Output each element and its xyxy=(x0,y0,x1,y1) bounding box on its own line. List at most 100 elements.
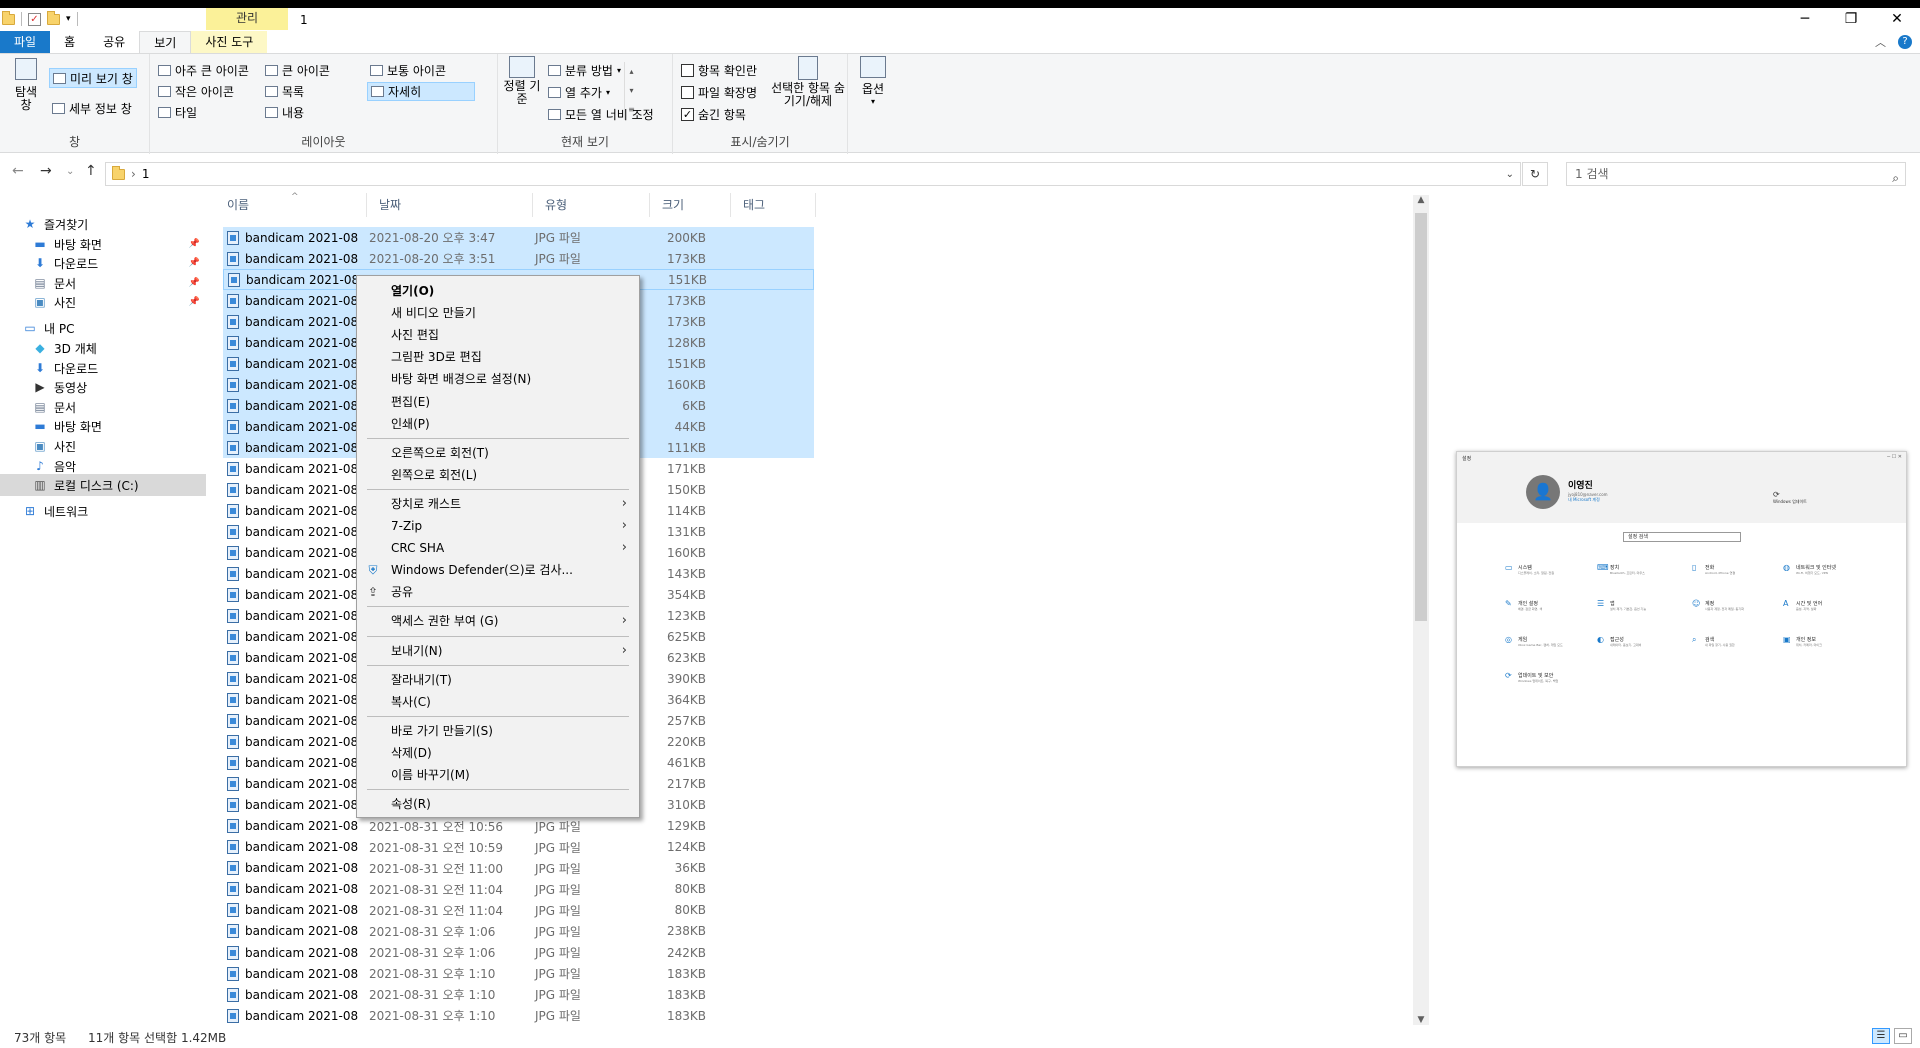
options-button[interactable]: 옵션 ▾ xyxy=(856,56,890,106)
details-pane-button[interactable]: 세부 정보 창 xyxy=(52,100,132,117)
table-row[interactable]: bandicam 2021-08... 2021-08-31 오전 11:04 JP… xyxy=(223,879,814,900)
scroll-thumb[interactable] xyxy=(1415,213,1427,621)
properties-icon[interactable]: ✓ xyxy=(28,12,41,26)
context-menu-item[interactable]: 장치로 캐스트 › xyxy=(357,493,639,515)
context-menu-item[interactable]: 사진 편집 xyxy=(357,324,639,346)
group-by-button[interactable]: 분류 방법 ▾ xyxy=(548,62,621,79)
preview-pane-button[interactable]: 미리 보기 창 xyxy=(49,68,137,88)
nav-item[interactable]: ▭ 내 PC xyxy=(0,317,206,339)
nav-item[interactable]: ★ 즐겨찾기 xyxy=(0,213,206,235)
new-folder-icon[interactable] xyxy=(47,10,60,25)
context-menu-item[interactable]: 그림판 3D로 편집 xyxy=(357,346,639,368)
scroll-up-icon[interactable]: ▲ xyxy=(1413,195,1429,205)
back-arrow-icon[interactable]: ← xyxy=(12,163,24,179)
tab-view[interactable]: 보기 xyxy=(139,31,192,53)
table-row[interactable]: bandicam 2021-08... 2021-08-31 오후 1:06 JPG… xyxy=(223,942,814,963)
size-all-columns-button[interactable]: 모든 열 너비 조정 xyxy=(548,106,654,123)
item-check-boxes-toggle[interactable]: 항목 확인란 xyxy=(681,62,757,79)
tab-home[interactable]: 홈 xyxy=(50,31,89,53)
file-list-scrollbar[interactable]: ▲ ▼ xyxy=(1413,195,1429,1025)
table-row[interactable]: bandicam 2021-08... 2021-08-31 오전 11:04 JP… xyxy=(223,900,814,921)
navigation-pane-button[interactable]: 탐색 창 xyxy=(10,58,42,112)
hidden-items-toggle[interactable]: ✓ 숨긴 항목 xyxy=(681,106,746,123)
context-menu-item[interactable]: 바탕 화면 배경으로 설정(N) xyxy=(357,368,639,390)
search-input[interactable]: 1 검색 ⌕ xyxy=(1566,162,1906,186)
tab-picture-tools[interactable]: 사진 도구 xyxy=(191,31,268,53)
nav-item[interactable]: ⊞ 네트워크 xyxy=(0,500,206,522)
context-menu-item[interactable]: 열기(O) xyxy=(357,280,639,302)
context-menu-item[interactable]: 이름 바꾸기(M) xyxy=(357,764,639,786)
column-header-size[interactable]: 크기 xyxy=(650,193,731,217)
nav-item[interactable]: ▶ 동영상 xyxy=(0,376,206,398)
checkbox-unchecked[interactable] xyxy=(681,86,694,99)
context-menu-item[interactable]: 복사(C) xyxy=(357,691,639,713)
context-menu-item[interactable]: 보내기(N) › xyxy=(357,640,639,662)
table-row[interactable]: bandicam 2021-08... 2021-08-31 오후 1:10 JPG… xyxy=(223,984,814,1005)
maximize-button[interactable]: ❐ xyxy=(1828,8,1874,30)
column-header-type[interactable]: 유형 xyxy=(533,193,650,217)
context-menu-item[interactable]: 바로 가기 만들기(S) xyxy=(357,720,639,742)
context-menu-item[interactable]: 새 비디오 만들기 xyxy=(357,302,639,324)
recent-locations-icon[interactable]: ⌄ xyxy=(66,166,74,177)
details-view-icon[interactable]: ☰ xyxy=(1872,1028,1890,1044)
breadcrumb-current[interactable]: 1 xyxy=(142,167,150,181)
tab-file[interactable]: 파일 xyxy=(0,31,51,53)
table-row[interactable]: bandicam 2021-08... 2021-08-31 오전 11:00 JP… xyxy=(223,858,814,879)
address-dropdown-icon[interactable]: ⌄ xyxy=(1506,169,1514,180)
collapse-ribbon-icon[interactable]: ︿ xyxy=(1875,34,1886,50)
forward-arrow-icon[interactable]: → xyxy=(40,163,52,179)
table-row[interactable]: bandicam 2021-08... 2021-08-31 오후 1:10 JPG… xyxy=(223,963,814,984)
file-extensions-toggle[interactable]: 파일 확장명 xyxy=(681,84,757,101)
tab-share[interactable]: 공유 xyxy=(89,31,139,53)
up-arrow-icon[interactable]: ↑ xyxy=(85,163,97,179)
small-icons-option[interactable]: 작은 아이콘 xyxy=(158,83,234,100)
column-header-date[interactable]: 날짜 xyxy=(367,193,533,217)
help-icon[interactable]: ? xyxy=(1898,35,1912,49)
context-menu-item[interactable]: 속성(R) xyxy=(357,793,639,815)
sort-by-button[interactable]: 정렬 기준 xyxy=(504,56,540,106)
context-menu-item[interactable]: ⇪ 공유 xyxy=(357,581,639,603)
hide-selected-button[interactable]: 선택한 항목 숨기기/해제 xyxy=(771,56,845,108)
minimize-button[interactable]: ─ xyxy=(1782,8,1828,30)
add-columns-button[interactable]: 열 추가 ▾ xyxy=(548,84,610,101)
scroll-down-icon[interactable]: ▼ xyxy=(1413,1015,1429,1025)
nav-item[interactable]: ▥ 로컬 디스크 (C:) xyxy=(0,474,206,496)
column-header-tags[interactable]: 태그 xyxy=(731,193,816,217)
customize-qat-icon[interactable]: ▾ xyxy=(66,14,71,24)
checkbox-checked[interactable]: ✓ xyxy=(681,108,694,121)
nav-item[interactable]: ▬ 바탕 화면 xyxy=(0,415,206,437)
table-row[interactable]: bandicam 2021-08... 2021-08-31 오후 1:10 JPG… xyxy=(223,1005,814,1026)
checkbox-unchecked[interactable] xyxy=(681,64,694,77)
context-menu-item[interactable]: 왼쪽으로 회전(L) xyxy=(357,464,639,486)
context-menu-item[interactable]: 삭제(D) xyxy=(357,742,639,764)
address-box[interactable]: › 1 ⌄ xyxy=(105,162,1521,186)
context-menu-item[interactable]: CRC SHA › xyxy=(357,537,639,559)
tiles-option[interactable]: 타일 xyxy=(158,104,197,121)
table-row[interactable]: bandicam 2021-08... 2021-08-20 오후 3:47 JPG… xyxy=(223,227,814,248)
context-menu-item[interactable]: 7-Zip › xyxy=(357,515,639,537)
nav-item[interactable]: ⬇ 다운로드 📌 xyxy=(0,252,206,274)
context-menu-item[interactable]: 편집(E) xyxy=(357,391,639,413)
table-row[interactable]: bandicam 2021-08... 2021-08-31 오후 1:06 JPG… xyxy=(223,921,814,942)
medium-icons-option[interactable]: 보통 아이콘 xyxy=(370,62,446,79)
nav-item[interactable]: ▣ 사진 📌 xyxy=(0,291,206,313)
refresh-icon[interactable]: ↻ xyxy=(1522,162,1548,186)
context-menu-item[interactable]: 액세스 권한 부여 (G) › xyxy=(357,610,639,632)
list-option[interactable]: 목록 xyxy=(265,83,304,100)
table-row[interactable]: bandicam 2021-08... 2021-08-20 오후 3:51 JPG… xyxy=(223,248,814,270)
details-option[interactable]: 자세히 xyxy=(367,82,475,101)
extra-large-icons-option[interactable]: 아주 큰 아이콘 xyxy=(158,62,249,79)
context-menu-item[interactable]: 오른쪽으로 회전(T) xyxy=(357,442,639,464)
table-row[interactable]: bandicam 2021-08... 2021-08-31 오전 10:56 JP… xyxy=(223,816,814,837)
close-button[interactable]: ✕ xyxy=(1874,8,1920,30)
large-icons-view-icon[interactable]: ▭ xyxy=(1894,1028,1912,1044)
column-header-name[interactable]: ^ 이름 xyxy=(215,192,367,217)
content-option[interactable]: 내용 xyxy=(265,104,304,121)
nav-item[interactable]: ◆ 3D 개체 xyxy=(0,337,206,359)
search-icon[interactable]: ⌕ xyxy=(1892,167,1899,189)
nav-item[interactable]: ▣ 사진 xyxy=(0,435,206,457)
large-icons-option[interactable]: 큰 아이콘 xyxy=(265,62,330,79)
context-menu-item[interactable]: 인쇄(P) xyxy=(357,413,639,435)
context-menu-item[interactable]: ⛨ Windows Defender(으)로 검사... xyxy=(357,559,639,581)
table-row[interactable]: bandicam 2021-08... 2021-08-31 오전 10:59 JP… xyxy=(223,837,814,858)
